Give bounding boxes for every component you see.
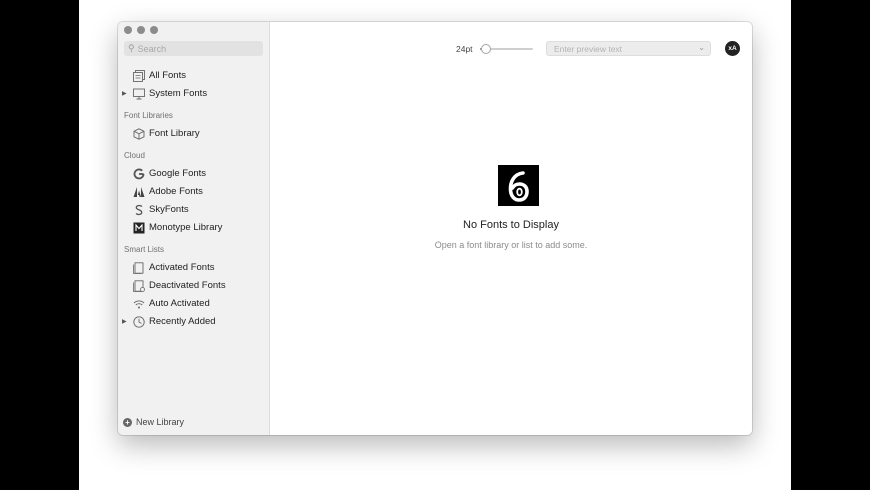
empty-state-subtitle: Open a font library or list to add some.: [434, 240, 588, 250]
sidebar-item-label: SkyFonts: [149, 204, 189, 215]
activated-icon: [132, 261, 145, 274]
new-library-button[interactable]: + New Library: [123, 417, 184, 427]
disclosure-triangle-icon[interactable]: ▶: [122, 318, 127, 325]
section-header-font-libraries: Font Libraries: [124, 111, 173, 120]
chevron-down-icon[interactable]: ⌄: [698, 43, 705, 52]
sidebar: ⚲ All Fonts ▶ System Fonts Font Librarie…: [118, 22, 270, 435]
app-logo-icon: [498, 165, 539, 206]
preview-text-field[interactable]: ⌄: [546, 41, 711, 56]
search-icon: ⚲: [128, 43, 135, 53]
adobe-icon: [132, 185, 145, 198]
sidebar-item-label: Adobe Fonts: [149, 186, 203, 197]
font-size-slider[interactable]: [480, 44, 533, 54]
sidebar-item-skyfonts[interactable]: SkyFonts: [118, 201, 269, 218]
sidebar-item-label: Deactivated Fonts: [149, 280, 226, 291]
sidebar-item-system-fonts[interactable]: ▶ System Fonts: [118, 85, 269, 102]
sidebar-item-adobe-fonts[interactable]: Adobe Fonts: [118, 183, 269, 200]
sidebar-item-label: Monotype Library: [149, 222, 223, 233]
sidebar-item-label: Google Fonts: [149, 168, 207, 179]
sidebar-item-label: Font Library: [149, 128, 200, 139]
text-style-toggle-button[interactable]: xA: [725, 41, 740, 56]
search-input[interactable]: [137, 43, 248, 54]
sidebar-item-label: Auto Activated: [149, 298, 210, 309]
sidebar-item-google-fonts[interactable]: Google Fonts: [118, 165, 269, 182]
google-icon: [132, 167, 145, 180]
skyfonts-icon: [132, 203, 145, 216]
avatar-label: xA: [728, 45, 737, 52]
new-library-label: New Library: [136, 417, 185, 427]
wifi-icon: [132, 297, 145, 310]
sidebar-item-auto-activated[interactable]: Auto Activated: [118, 295, 269, 312]
monotype-icon: [132, 221, 145, 234]
section-header-cloud: Cloud: [124, 151, 145, 160]
monitor-icon: [132, 87, 145, 100]
sidebar-item-all-fonts[interactable]: All Fonts: [118, 67, 269, 84]
sidebar-item-deactivated-fonts[interactable]: Deactivated Fonts: [118, 277, 269, 294]
clock-icon: [132, 315, 145, 328]
sidebar-item-label: Activated Fonts: [149, 262, 215, 273]
font-size-label: 24pt: [456, 44, 473, 54]
main-content: 24pt ⌄ xA No Fonts to Display Open: [270, 22, 752, 435]
slider-knob[interactable]: [481, 44, 492, 54]
minimize-window-button[interactable]: [137, 26, 145, 34]
plus-icon: +: [123, 417, 132, 427]
cube-icon: [132, 127, 145, 140]
window-controls: [124, 26, 158, 34]
sidebar-item-label: System Fonts: [149, 88, 208, 99]
sidebar-item-recently-added[interactable]: ▶ Recently Added: [118, 313, 269, 330]
sidebar-item-label: All Fonts: [149, 70, 186, 81]
preview-text-input[interactable]: [554, 43, 694, 54]
app-window: ⚲ All Fonts ▶ System Fonts Font Librarie…: [118, 22, 752, 435]
sidebar-item-activated-fonts[interactable]: Activated Fonts: [118, 259, 269, 276]
empty-state-title: No Fonts to Display: [463, 219, 559, 231]
search-field[interactable]: ⚲: [124, 41, 263, 56]
zoom-window-button[interactable]: [150, 26, 158, 34]
sidebar-item-monotype-library[interactable]: Monotype Library: [118, 219, 269, 236]
stack-icon: [132, 69, 145, 82]
close-window-button[interactable]: [124, 26, 132, 34]
sidebar-item-font-library[interactable]: Font Library: [118, 125, 269, 142]
section-header-smart-lists: Smart Lists: [124, 245, 165, 254]
screenshot-canvas: ⚲ All Fonts ▶ System Fonts Font Librarie…: [79, 0, 791, 490]
disclosure-triangle-icon[interactable]: ▶: [122, 90, 127, 97]
deactivated-icon: [132, 279, 145, 292]
sidebar-item-label: Recently Added: [149, 316, 216, 327]
